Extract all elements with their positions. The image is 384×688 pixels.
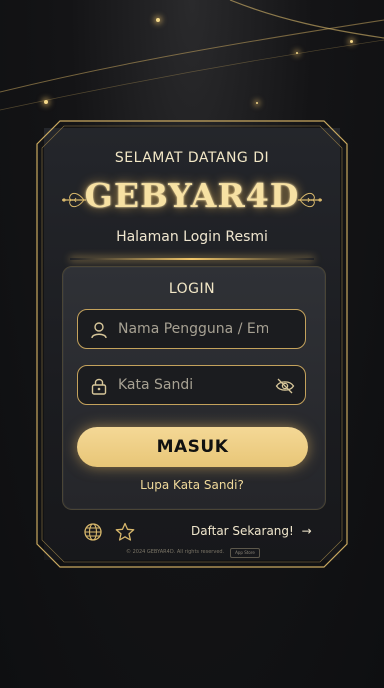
- user-icon: [91, 322, 107, 339]
- app-store-badge[interactable]: App Store: [230, 548, 260, 558]
- sparkle: [156, 18, 160, 22]
- login-title: LOGIN: [168, 281, 216, 297]
- globe-icon[interactable]: [83, 522, 103, 542]
- copyright-text: © 2024 GEBYAR4D. All rights reserved.: [126, 549, 225, 555]
- right-ornament-icon: [298, 192, 322, 208]
- password-field: [77, 365, 306, 405]
- password-input[interactable]: [118, 366, 268, 404]
- username-input[interactable]: [118, 310, 268, 348]
- lock-icon: [91, 378, 107, 395]
- page-subtitle: Halaman Login Resmi: [116, 229, 268, 245]
- sparkle: [256, 102, 258, 104]
- forgot-password-link[interactable]: Lupa Kata Sandi?: [0, 478, 384, 492]
- sparkle: [296, 52, 298, 54]
- glow-divider: [70, 258, 314, 260]
- register-label: Daftar Sekarang!: [191, 524, 294, 538]
- welcome-text: SELAMAT DATANG DI: [114, 150, 270, 166]
- arrow-right-icon: →: [301, 524, 312, 538]
- sparkle: [350, 40, 353, 43]
- sparkle: [44, 100, 48, 104]
- brand-title: GEBYAR4D: [84, 176, 300, 215]
- eye-off-icon[interactable]: [275, 376, 295, 396]
- username-field: [77, 309, 306, 349]
- login-button[interactable]: MASUK: [77, 427, 308, 467]
- register-link[interactable]: Daftar Sekarang! →: [191, 524, 312, 538]
- star-icon[interactable]: [115, 522, 135, 542]
